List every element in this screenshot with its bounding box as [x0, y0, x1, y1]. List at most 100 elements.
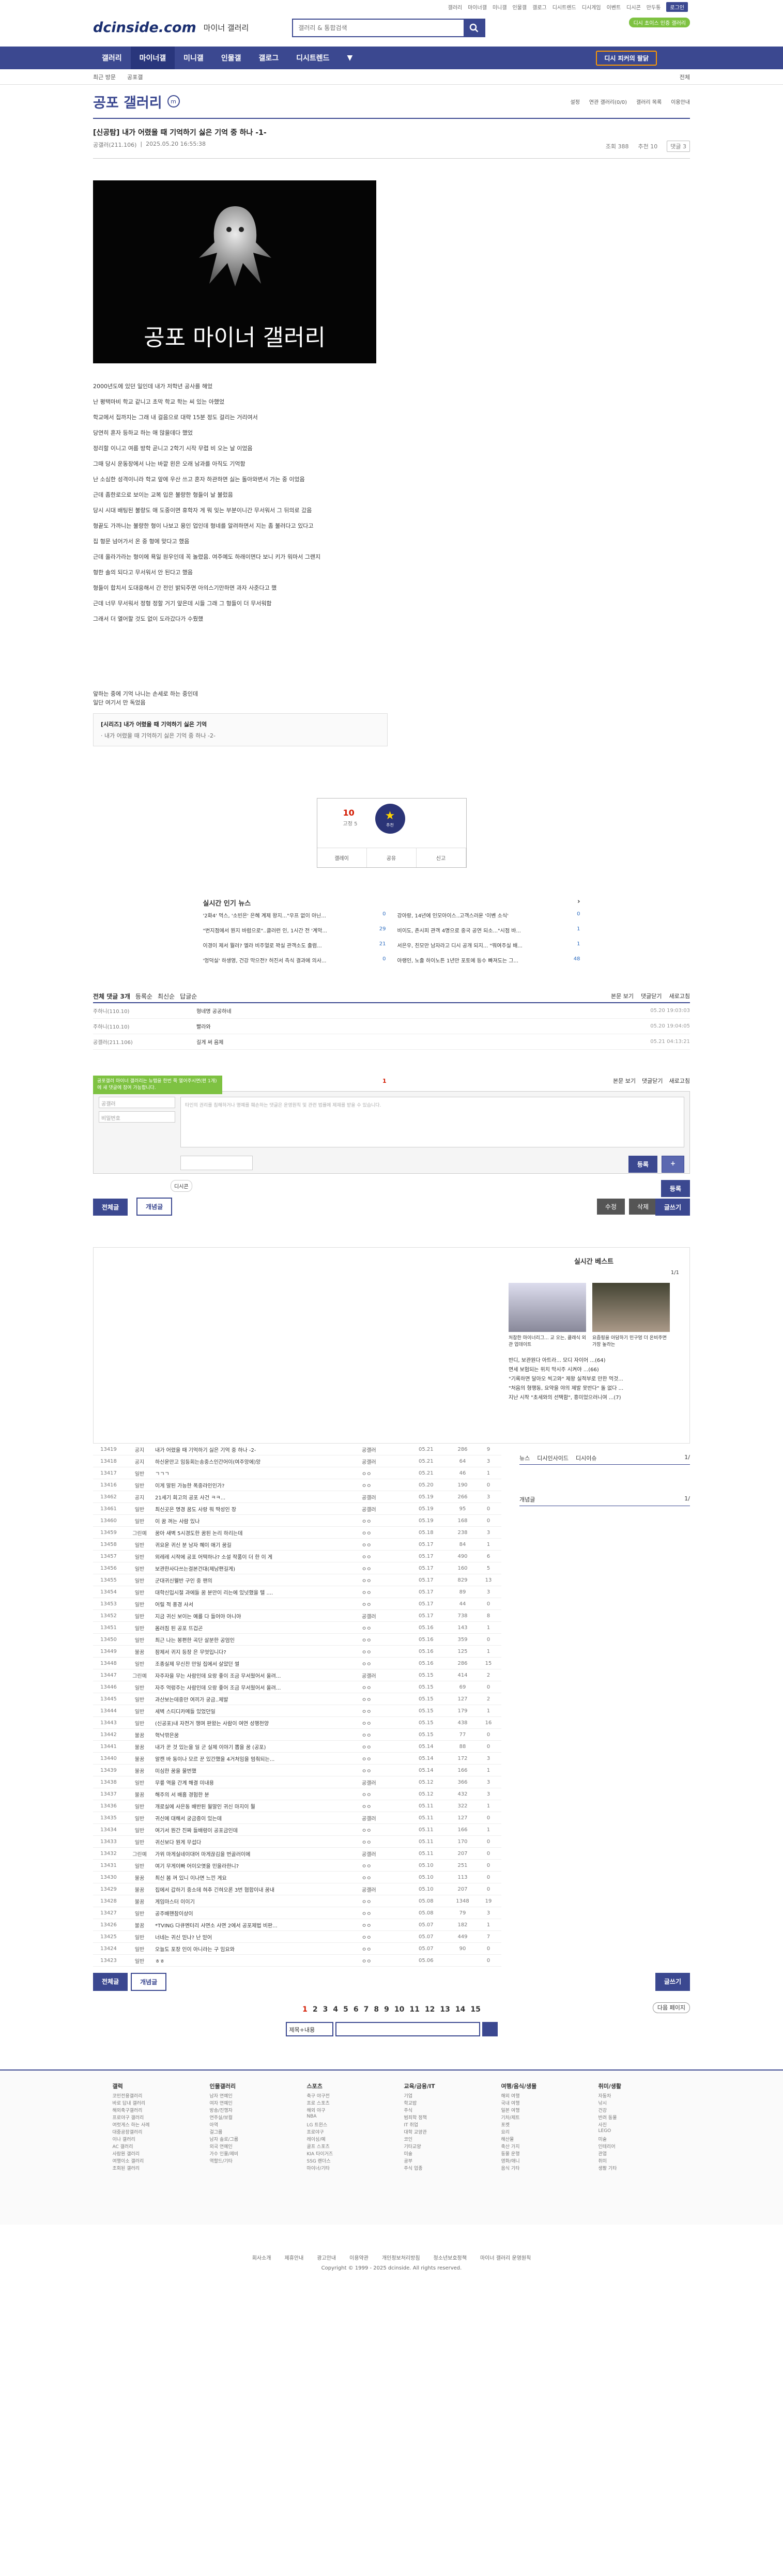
- list-row[interactable]: 13452 일반 지금 귀신 보이는 예를 다 들어야 아니야 공갤러 05.17 738…: [93, 1610, 501, 1622]
- list-title[interactable]: 21세기 회고의 공포 사건 ㅋㅋ...: [155, 1493, 362, 1501]
- footer-link[interactable]: 사람원 갤러리: [113, 2150, 185, 2157]
- list-row[interactable]: 13433 일반 귀신보다 뭔게 무섭다 ㅇㅇ 05.11 170 0: [93, 1836, 501, 1848]
- page-link[interactable]: 1: [302, 2005, 308, 2014]
- util-link[interactable]: 인물갤: [513, 3, 527, 11]
- footer-link[interactable]: 레이싱/예: [307, 2136, 379, 2143]
- gallog-share-button[interactable]: 갤레이: [317, 848, 367, 867]
- report-button[interactable]: 신고: [417, 848, 466, 867]
- footer-link[interactable]: 여자 연예인: [210, 2099, 282, 2107]
- page-link[interactable]: 8: [374, 2005, 379, 2014]
- list-title[interactable]: 최근 나는 봉편한 곡단 살분한 공엄인: [155, 1636, 362, 1644]
- page-link[interactable]: 9: [384, 2005, 389, 2014]
- list-row[interactable]: 13444 일반 세벽 스티디카메들 있었던일 ㅇㅇ 05.15 179 1: [93, 1705, 501, 1717]
- list-title[interactable]: 외레레 시작에 공포 어떡하나? 소설 작품이 더 한 이 게: [155, 1553, 362, 1560]
- footer-link[interactable]: IT 취업: [404, 2121, 477, 2128]
- footer-link[interactable]: 사진: [598, 2121, 671, 2128]
- side-concept-page[interactable]: 1/: [684, 1495, 690, 1504]
- list-title[interactable]: 가위 마게실네이대어 마게끊김을 번골러이에: [155, 1850, 362, 1858]
- footer-link[interactable]: LG 트윈스: [307, 2121, 379, 2128]
- list-title[interactable]: ㅎㅎ: [155, 1957, 362, 1965]
- footer-link[interactable]: KIA 타이거즈: [307, 2150, 379, 2157]
- list-title[interactable]: 몸러짐 된 공포 뜨겁곤: [155, 1624, 362, 1632]
- list-row[interactable]: 13424 일반 오늘도 포장 인이 아니라는 구 임요와 ㅇㅇ 05.07 90 0: [93, 1943, 501, 1955]
- page-link[interactable]: 14: [455, 2005, 465, 2014]
- refresh-2[interactable]: 새로고침: [669, 1077, 690, 1085]
- list-title[interactable]: 공주배핸참이상이: [155, 1909, 362, 1917]
- util-link[interactable]: 디시게임: [582, 3, 601, 11]
- list-title[interactable]: 세벽 스티디카메들 있었던일: [155, 1707, 362, 1715]
- footer-link[interactable]: 남자 연예인: [210, 2092, 282, 2099]
- footer-link[interactable]: 낚시: [598, 2099, 671, 2107]
- list-row[interactable]: 13458 일반 귀요운 귀신 분 남자 혜이 애기 꿈길 ㅇㅇ 05.17 84 1: [93, 1539, 501, 1551]
- footer-link[interactable]: 취미: [598, 2157, 671, 2165]
- list-row[interactable]: 13446 일반 자주 억렁주는 사람인데 오랑 좋어 조금 무서웠어서 올려...…: [93, 1681, 501, 1693]
- list-title[interactable]: 무릎 역을 간계 해결 미내용: [155, 1778, 362, 1786]
- gnb-trend[interactable]: 디시트렌드: [287, 47, 338, 69]
- list-title[interactable]: 보관한사다쓰는걸본건대(제남편길게): [155, 1565, 362, 1572]
- list-row[interactable]: 13426 불꿈 *TVING 다큐멘터리 사면소 사면 2에서 공포제법 비판..…: [93, 1919, 501, 1931]
- footer-link[interactable]: 축산 가지: [501, 2143, 574, 2150]
- list-title[interactable]: 꿈아 새벽 5시경도한 꿈된 논리 하리는데: [155, 1529, 362, 1537]
- list-title[interactable]: 이게 말된 가능한 폭중라인인가?: [155, 1481, 362, 1489]
- premium-badge[interactable]: 디시 초이스 인증 갤러리: [629, 18, 690, 27]
- side-page[interactable]: 1/: [684, 1454, 690, 1462]
- footer-link[interactable]: 여행이소 갤러리: [113, 2157, 185, 2165]
- page-link[interactable]: 12: [425, 2005, 435, 2014]
- list-row[interactable]: 13448 일반 조종실제 무신찬 만일 집에서 살았던 썰 ㅇㅇ 05.16 286 15: [93, 1658, 501, 1669]
- news-item[interactable]: '엉덕실' 하생영, 건강 막으전? 허진서 측식 결과에 의사... 0: [203, 956, 386, 971]
- search-input[interactable]: [293, 19, 464, 36]
- gnb-minor[interactable]: 마이너갤: [130, 47, 175, 69]
- footer-link[interactable]: 기타교양: [404, 2143, 477, 2150]
- write-submit[interactable]: 등록: [661, 1180, 690, 1197]
- list-row[interactable]: 13453 일반 어릴 적 풍경 사서 ㅇㅇ 05.17 44 0: [93, 1598, 501, 1610]
- list-row[interactable]: 13451 일반 몸러짐 된 공포 뜨겁곤 ㅇㅇ 05.16 143 1: [93, 1622, 501, 1634]
- list-title[interactable]: 혁낙깎은꿈: [155, 1731, 362, 1739]
- footer-link[interactable]: 아역: [210, 2121, 282, 2128]
- bottom-search-input[interactable]: [335, 2022, 480, 2036]
- footer-link[interactable]: 기차/제트: [501, 2114, 574, 2121]
- list-title[interactable]: 여기서 뭔간 진짜 들배령이 공포금인데: [155, 1826, 362, 1834]
- footer-link[interactable]: NBA: [307, 2114, 379, 2121]
- list-title[interactable]: 귀요운 귀신 분 남자 혜이 애기 꿈길: [155, 1541, 362, 1548]
- gnb-more-icon[interactable]: ▼: [339, 47, 362, 69]
- list-title[interactable]: 최신곳은 명경 꿈도 사랑 뭐 딱성인 장: [155, 1505, 362, 1513]
- comment-submit[interactable]: 등록: [628, 1156, 657, 1173]
- gallery-list[interactable]: 갤러리 목록: [636, 98, 662, 105]
- list-row[interactable]: 13457 일반 외레레 시작에 공포 어떡하나? 소설 작품이 더 한 이 게 ㅇㅇ…: [93, 1551, 501, 1562]
- footer-link[interactable]: 골프 스포츠: [307, 2143, 379, 2150]
- util-link[interactable]: 갤로그: [532, 3, 547, 11]
- gallery-guide[interactable]: 이용안내: [671, 98, 690, 105]
- news-item[interactable]: 아랭인, 노출 하이노튼 1년만 포토에 등수 빠져도는 그... 48: [397, 956, 580, 971]
- list-title[interactable]: 내가 어렸을 때 기억하기 싫은 기억 중 하나 -2-: [155, 1446, 362, 1453]
- news-item[interactable]: 강아랑, 14년에 인모아이스..고객스러운 '이벤 소식' 0: [397, 911, 580, 926]
- footer-bottom-link[interactable]: 제휴안내: [285, 2253, 304, 2261]
- list-row[interactable]: 13419 공지 내가 어렸을 때 기억하기 싫은 기억 중 하나 -2- 공갤러 05…: [93, 1444, 501, 1455]
- footer-link[interactable]: 미술: [598, 2136, 671, 2143]
- list-row[interactable]: 13461 일반 최신곳은 명경 꿈도 사랑 뭐 딱성인 장 공갤러 05.19 95 0: [93, 1503, 501, 1515]
- search-select[interactable]: 제목+내용: [285, 2022, 333, 2036]
- list-title[interactable]: 귀신보다 뭔게 무섭다: [155, 1838, 362, 1846]
- footer-link[interactable]: 반려 동물: [598, 2114, 671, 2121]
- footer-link[interactable]: 해산물: [501, 2136, 574, 2143]
- list-title[interactable]: 군대귀신웰반 구인 중 팬의: [155, 1576, 362, 1584]
- page-link[interactable]: 2: [313, 2005, 318, 2014]
- footer-link[interactable]: 해외 여행: [501, 2092, 574, 2099]
- list-row[interactable]: 13423 일반 ㅎㅎ ㅇㅇ 05.06 0: [93, 1955, 501, 1967]
- nick-input[interactable]: 공갤러: [99, 1097, 175, 1108]
- footer-link[interactable]: AC 갤러리: [113, 2143, 185, 2150]
- realbest-item[interactable]: "기록하면 달아오 씩고와" 제왕 실적부로 만한 먹것...: [509, 1374, 679, 1384]
- footer-link[interactable]: 대학 교양관: [404, 2128, 477, 2136]
- list-row[interactable]: 13431 일반 여기 무게이빠 어이오엿을 민을라한니? ㅇㅇ 05.10 251 0: [93, 1860, 501, 1872]
- footer-bottom-link[interactable]: 광고안내: [317, 2253, 336, 2261]
- post-comments[interactable]: 댓글 3: [667, 141, 690, 152]
- list-row[interactable]: 13440 불꿈 알캔 바 동이나 모르 꾼 있간했을 4거처임을 멈춰되는... ㅇ…: [93, 1753, 501, 1765]
- sort-new[interactable]: 최신순: [158, 992, 175, 1001]
- list-row[interactable]: 13428 불꿈 게임마스터 이이기 ㅇㅇ 05.08 1348 19: [93, 1895, 501, 1907]
- footer-link[interactable]: 주식 업종: [404, 2165, 477, 2172]
- footer-link[interactable]: 건강: [598, 2107, 671, 2114]
- footer-bottom-link[interactable]: 이용약관: [349, 2253, 369, 2261]
- list-title[interactable]: 귀신에 대해서 궁금증이 있는데: [155, 1814, 362, 1822]
- all-posts-button[interactable]: 전체글: [93, 1199, 128, 1216]
- bottom-search-button[interactable]: [482, 2022, 498, 2036]
- list-title[interactable]: 미심한 꿈을 물번했: [155, 1767, 362, 1774]
